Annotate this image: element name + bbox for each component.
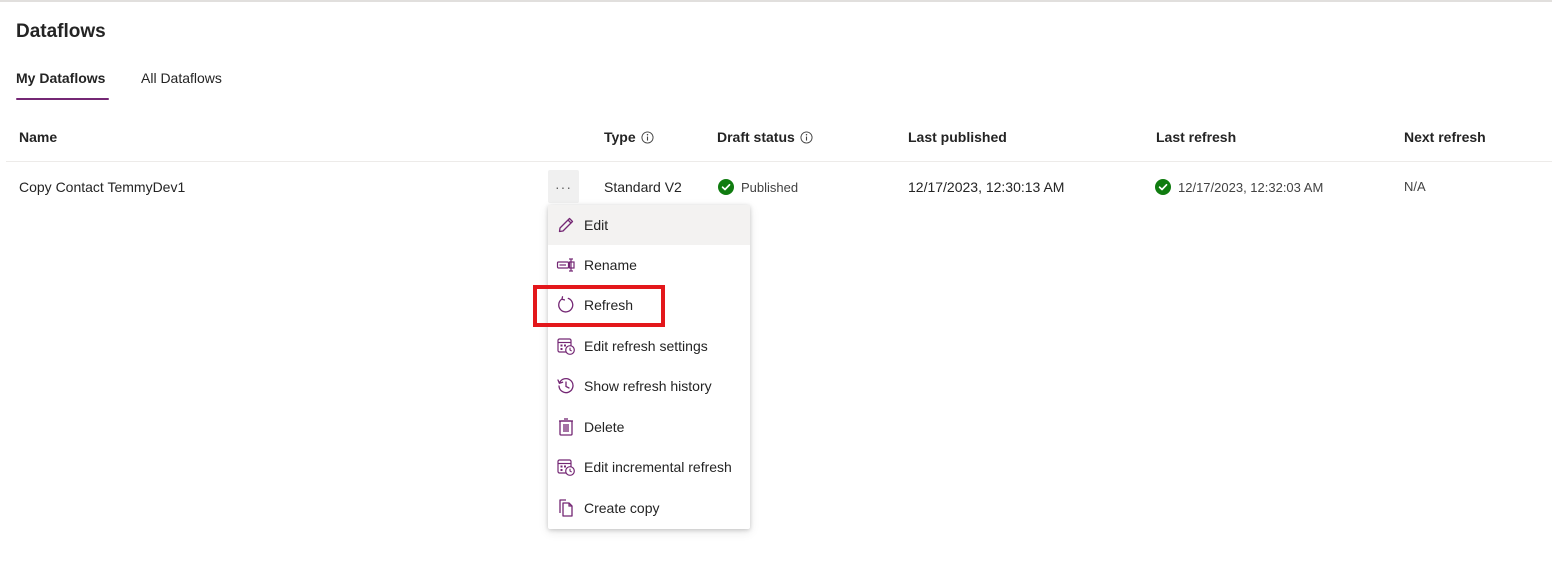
refresh-highlight-box — [533, 285, 665, 327]
top-border — [0, 0, 1552, 2]
menu-item-label: Delete — [584, 419, 625, 435]
info-icon[interactable] — [641, 130, 654, 144]
last-refresh-text: 12/17/2023, 12:32:03 AM — [1178, 179, 1324, 195]
rename-icon — [556, 258, 575, 272]
row-draft-status: Published — [718, 179, 798, 195]
calendar-clock-icon — [557, 459, 575, 476]
calendar-clock-icon — [557, 338, 575, 355]
column-header-last-refresh[interactable]: Last refresh — [1156, 129, 1236, 145]
tab-my-dataflows[interactable]: My Dataflows — [16, 70, 105, 86]
row-last-published: 12/17/2023, 12:30:13 AM — [908, 179, 1065, 195]
menu-item-label: Edit refresh settings — [584, 338, 708, 354]
column-header-draft-status-label: Draft status — [717, 129, 795, 145]
column-header-name-label: Name — [19, 129, 58, 145]
info-icon[interactable] — [800, 130, 813, 144]
context-menu: Edit Rename Refresh Edit refresh setting… — [548, 205, 750, 529]
menu-item-label: Edit incremental refresh — [584, 459, 732, 475]
menu-item-label: Create copy — [584, 500, 660, 516]
column-header-next-refresh[interactable]: Next refresh — [1404, 129, 1486, 145]
column-header-type[interactable]: Type — [604, 129, 654, 145]
column-header-next-refresh-label: Next refresh — [1404, 129, 1486, 145]
header-divider — [6, 161, 1552, 162]
draft-status-text: Published — [741, 179, 799, 195]
active-tab-indicator — [16, 98, 109, 100]
menu-item-label: Show refresh history — [584, 378, 712, 394]
menu-item-edit-refresh-settings[interactable]: Edit refresh settings — [548, 326, 750, 366]
column-header-last-published[interactable]: Last published — [908, 129, 1007, 145]
page-title: Dataflows — [16, 21, 106, 42]
tab-all-dataflows[interactable]: All Dataflows — [141, 70, 222, 86]
menu-item-delete[interactable]: Delete — [548, 407, 750, 447]
menu-item-label: Edit — [584, 217, 609, 233]
menu-item-edit-incremental-refresh[interactable]: Edit incremental refresh — [548, 447, 750, 487]
success-check-icon — [718, 179, 734, 195]
row-next-refresh: N/A — [1404, 179, 1426, 194]
row-last-refresh: 12/17/2023, 12:32:03 AM — [1155, 179, 1323, 195]
more-options-button[interactable]: ··· — [548, 170, 579, 203]
menu-item-edit[interactable]: Edit — [548, 205, 750, 245]
success-check-icon — [1155, 179, 1171, 195]
row-name[interactable]: Copy Contact TemmyDev1 — [19, 179, 185, 195]
menu-item-label: Rename — [584, 257, 637, 273]
column-header-name[interactable]: Name — [19, 129, 57, 145]
trash-icon — [559, 418, 573, 436]
menu-item-show-refresh-history[interactable]: Show refresh history — [548, 366, 750, 406]
menu-item-rename[interactable]: Rename — [548, 245, 750, 285]
pencil-icon — [558, 217, 574, 233]
column-header-last-refresh-label: Last refresh — [1156, 129, 1237, 145]
copy-icon — [559, 499, 573, 517]
column-header-type-label: Type — [604, 129, 636, 145]
menu-item-create-copy[interactable]: Create copy — [548, 488, 750, 528]
column-header-last-published-label: Last published — [908, 129, 1007, 145]
history-icon — [557, 377, 574, 394]
column-header-draft-status[interactable]: Draft status — [717, 129, 813, 145]
row-type: Standard V2 — [604, 179, 682, 195]
